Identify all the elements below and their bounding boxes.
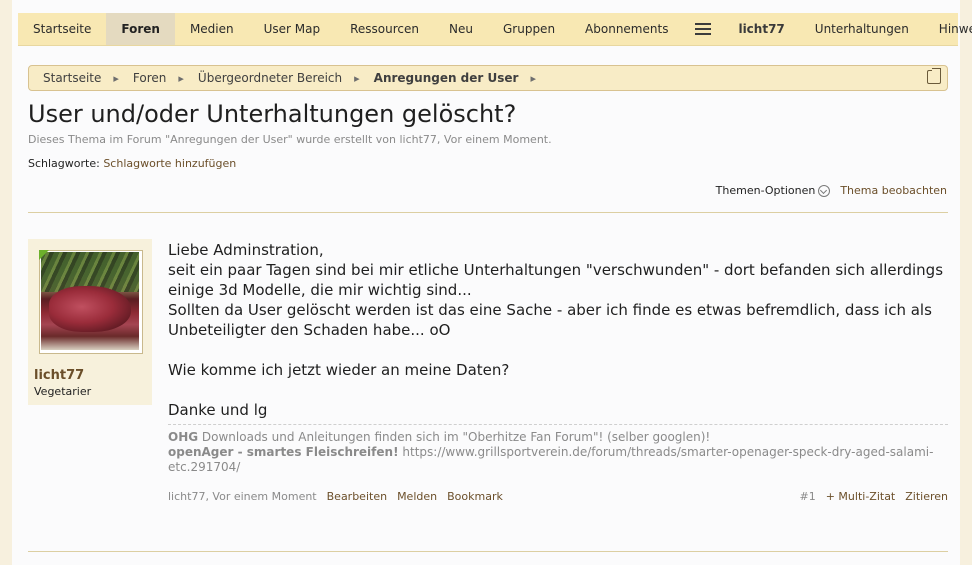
- nav-tab-user-map[interactable]: User Map: [249, 13, 336, 45]
- signature-text: Downloads und Anleitungen finden sich im…: [198, 430, 711, 444]
- post-author-name[interactable]: licht77: [34, 368, 84, 383]
- watch-thread-link[interactable]: Thema beobachten: [840, 184, 947, 197]
- page-title: User und/oder Unterhaltungen gelöscht?: [28, 100, 517, 128]
- message-line: Liebe Adminstration,: [168, 241, 324, 259]
- nav-tab-foren[interactable]: Foren: [106, 13, 175, 45]
- message-line: Wie komme ich jetzt wieder an meine Date…: [168, 361, 510, 379]
- post-signature: OHG Downloads und Anleitungen finden sic…: [168, 430, 948, 475]
- post-number[interactable]: #1: [800, 490, 816, 503]
- nav-tab-abonnements[interactable]: Abonnements: [570, 13, 683, 45]
- avatar-image: [41, 252, 139, 350]
- breadcrumb-startseite[interactable]: Startseite: [29, 71, 101, 85]
- thread-tags: Schlagworte: Schlagworte hinzufügen: [28, 157, 236, 170]
- page-container: Startseite Foren Medien User Map Ressour…: [12, 0, 972, 565]
- message-line: Sollten da User gelöscht werden ist das …: [168, 301, 932, 339]
- signature-bold-openager: openAger - smartes Fleischreifen!: [168, 445, 399, 459]
- chevron-right-icon: ▸: [178, 71, 184, 85]
- nav-tab-ressourcen[interactable]: Ressourcen: [335, 13, 434, 45]
- nav-alerts[interactable]: Hinweise: [924, 13, 972, 45]
- nav-tab-gruppen[interactable]: Gruppen: [488, 13, 570, 45]
- add-tags-link[interactable]: Schlagworte hinzufügen: [103, 157, 236, 170]
- hamburger-icon[interactable]: [683, 13, 723, 45]
- edit-button[interactable]: Bearbeiten: [327, 490, 387, 503]
- quote-button[interactable]: Zitieren: [905, 490, 948, 503]
- post-user-info: licht77 Vegetarier: [28, 239, 152, 405]
- tags-label: Schlagworte:: [28, 157, 100, 170]
- post-footer: licht77, Vor einem Moment Bearbeiten Mel…: [168, 488, 948, 504]
- breadcrumb-foren[interactable]: Foren: [119, 71, 166, 85]
- online-status-icon: [39, 250, 49, 260]
- thread-tools: Themen-Optionen Thema beobachten: [716, 184, 947, 197]
- post-author-time[interactable]: licht77, Vor einem Moment: [168, 490, 317, 503]
- bookmark-button[interactable]: Bookmark: [447, 490, 503, 503]
- chevron-right-icon: ▸: [354, 71, 360, 85]
- nav-user-account[interactable]: licht77: [723, 13, 799, 45]
- divider: [28, 551, 948, 552]
- multi-quote-button[interactable]: + Multi-Zitat: [826, 490, 896, 503]
- main-navigation: Startseite Foren Medien User Map Ressour…: [18, 13, 972, 46]
- signature-divider: [168, 424, 948, 425]
- external-link-icon[interactable]: [927, 68, 941, 84]
- nav-tab-medien[interactable]: Medien: [175, 13, 249, 45]
- chevron-right-icon: ▸: [113, 71, 119, 85]
- thread-options-button[interactable]: Themen-Optionen: [716, 184, 831, 197]
- chevron-right-icon: ▸: [530, 71, 536, 85]
- thread-options-label: Themen-Optionen: [715, 184, 816, 197]
- post-message: Liebe Adminstration, seit ein paar Tagen…: [168, 240, 948, 420]
- post-author-title: Vegetarier: [34, 385, 92, 398]
- signature-bold-ohg: OHG: [168, 430, 199, 444]
- nav-tab-startseite[interactable]: Startseite: [18, 13, 106, 45]
- nav-conversations[interactable]: Unterhaltungen: [800, 13, 924, 45]
- avatar[interactable]: [39, 250, 143, 354]
- breadcrumb-parent-section[interactable]: Übergeordneter Bereich: [184, 71, 342, 85]
- breadcrumb-current-forum[interactable]: Anregungen der User: [360, 71, 519, 85]
- page-frame-left: [0, 0, 12, 565]
- nav-tab-neu[interactable]: Neu: [434, 13, 488, 45]
- thread-description: Dieses Thema im Forum "Anregungen der Us…: [28, 133, 552, 146]
- breadcrumb: Startseite ▸ Foren ▸ Übergeordneter Bere…: [28, 65, 948, 91]
- message-line: seit ein paar Tagen sind bei mir etliche…: [168, 261, 944, 299]
- report-button[interactable]: Melden: [397, 490, 437, 503]
- page-frame-right: [960, 0, 972, 565]
- message-line: Danke und lg: [168, 401, 268, 419]
- divider: [28, 212, 948, 213]
- chevron-down-icon: [818, 184, 831, 197]
